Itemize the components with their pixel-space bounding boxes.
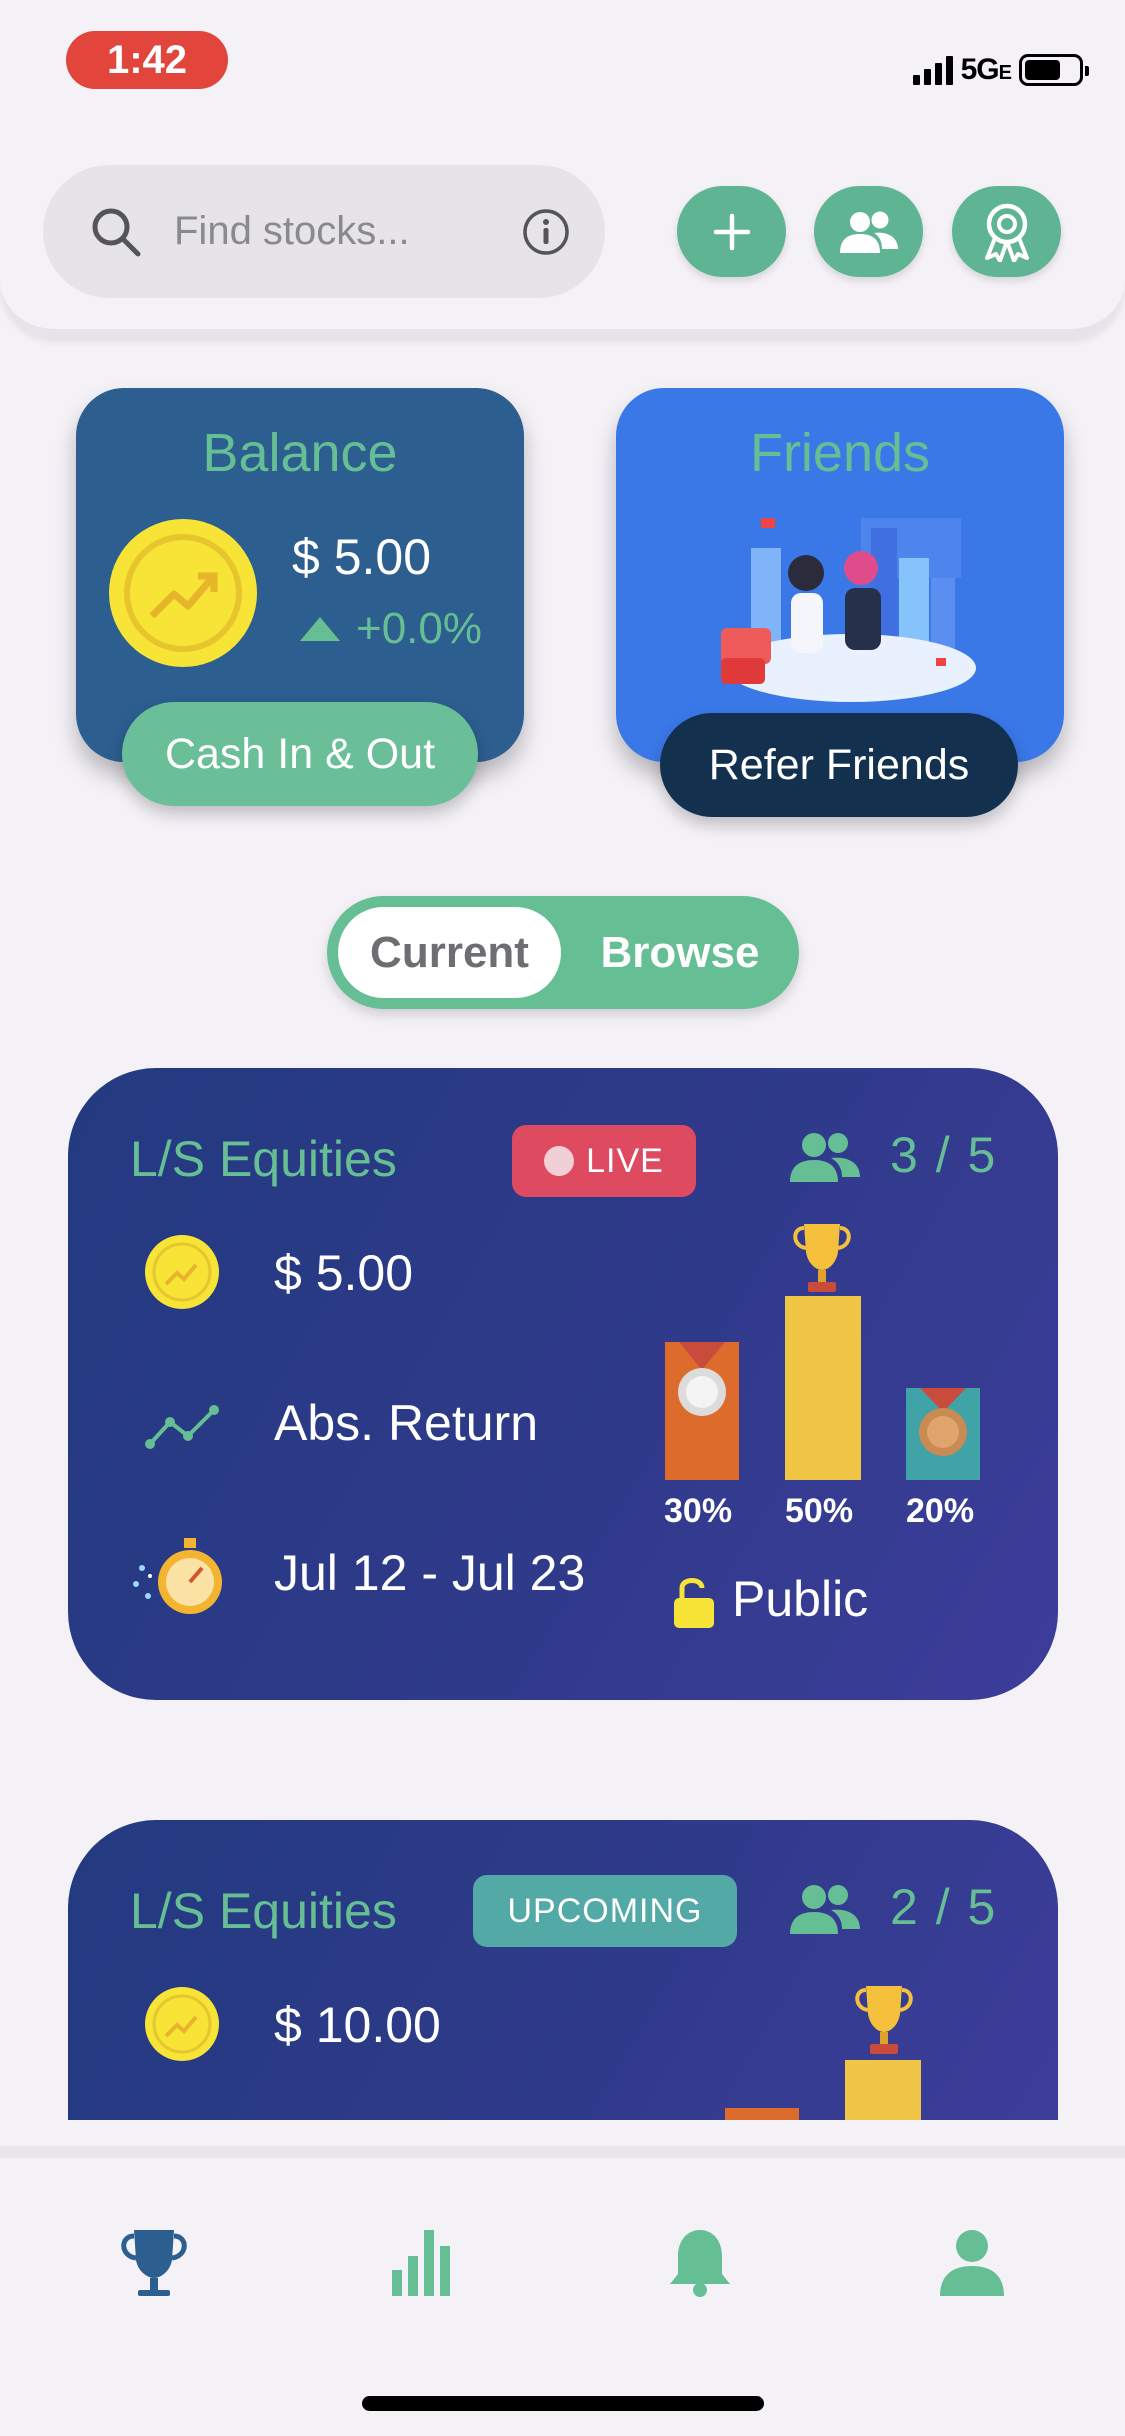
tab-notifications[interactable] — [658, 2220, 742, 2304]
trophy-icon — [121, 2230, 187, 2296]
coin-icon — [109, 519, 257, 667]
prize-pct-second: 30% — [664, 1492, 733, 1530]
tab-contests[interactable] — [112, 2220, 196, 2304]
tab-stats[interactable] — [382, 2220, 466, 2304]
contest-title: L/S Equities — [130, 1131, 397, 1187]
stopwatch-icon — [133, 1538, 222, 1614]
participants-icon — [790, 1133, 860, 1182]
trend-line-icon — [145, 1405, 219, 1449]
participants-count: 2 / 5 — [890, 1879, 998, 1935]
status-badge: UPCOMING — [473, 1875, 737, 1947]
participants-count: 3 / 5 — [890, 1127, 998, 1183]
prize-pct-third: 20% — [906, 1492, 975, 1530]
cash-in-out-button[interactable]: Cash In & Out — [122, 702, 478, 806]
visibility-label: Public — [732, 1571, 869, 1627]
contest-title: L/S Equities — [130, 1883, 397, 1939]
bar-chart-icon — [392, 2230, 450, 2296]
status-time: 1:42 — [66, 31, 228, 89]
signal-icon — [912, 55, 953, 85]
bell-icon — [670, 2230, 730, 2297]
badge-icon — [984, 203, 1029, 262]
silver-medal-icon — [678, 1342, 726, 1416]
podium-first — [785, 1296, 861, 1480]
entry-fee: $ 5.00 — [274, 1245, 414, 1301]
podium-first — [845, 2060, 921, 2120]
contest-metric: Abs. Return — [274, 1395, 539, 1451]
bronze-medal-icon — [919, 1388, 967, 1456]
trophy-icon — [793, 1224, 851, 1292]
up-arrow-icon — [300, 617, 340, 641]
refer-friends-button[interactable]: Refer Friends — [660, 713, 1018, 817]
balance-change: +0.0% — [300, 604, 482, 654]
search-bar[interactable]: Find stocks... — [43, 165, 605, 298]
add-icon — [713, 213, 750, 250]
participants-icon — [790, 1885, 860, 1934]
friends-title: Friends — [749, 423, 931, 483]
prize-pct-first: 50% — [785, 1492, 854, 1530]
status-badge: LIVE — [512, 1125, 696, 1197]
balance-title: Balance — [202, 423, 398, 483]
entry-fee: $ 10.00 — [274, 1997, 441, 2053]
add-button[interactable] — [677, 186, 786, 277]
live-dot-icon — [544, 1146, 575, 1176]
friends-card[interactable]: Friends — [616, 388, 1064, 762]
coin-icon — [145, 1987, 219, 2061]
friends-button[interactable] — [814, 186, 923, 277]
friends-illustration — [721, 518, 976, 702]
contest-dates: Jul 12 - Jul 23 — [274, 1545, 586, 1601]
toggle-browse[interactable]: Browse — [573, 907, 787, 998]
view-toggle[interactable]: Current Browse — [327, 896, 799, 1009]
podium-second — [665, 1342, 739, 1480]
balance-amount: $ 5.00 — [292, 529, 432, 585]
tab-profile[interactable] — [930, 2220, 1014, 2304]
info-icon[interactable] — [521, 207, 571, 257]
home-indicator[interactable] — [362, 2396, 764, 2411]
profile-icon — [940, 2230, 1004, 2296]
search-icon — [92, 208, 141, 256]
toggle-current[interactable]: Current — [338, 907, 561, 998]
status-indicators: 5GE — [912, 50, 1089, 90]
battery-icon — [1019, 54, 1089, 86]
achievements-button[interactable] — [952, 186, 1061, 277]
podium-third — [906, 1388, 980, 1480]
search-input[interactable]: Find stocks... — [174, 209, 521, 254]
unlocked-icon — [674, 1578, 714, 1628]
tab-bar — [0, 2146, 1125, 2436]
network-label: 5GE — [960, 53, 1012, 86]
contest-card[interactable]: L/S Equities LIVE 3 / 5 $ 5.00 Abs. Retu… — [68, 1068, 1058, 1700]
friends-icon — [839, 211, 898, 253]
contest-card[interactable]: L/S Equities UPCOMING 2 / 5 $ 10.00 — [68, 1820, 1058, 2120]
podium-second — [725, 2108, 799, 2120]
coin-icon — [145, 1235, 219, 1309]
trophy-icon — [855, 1986, 913, 2054]
